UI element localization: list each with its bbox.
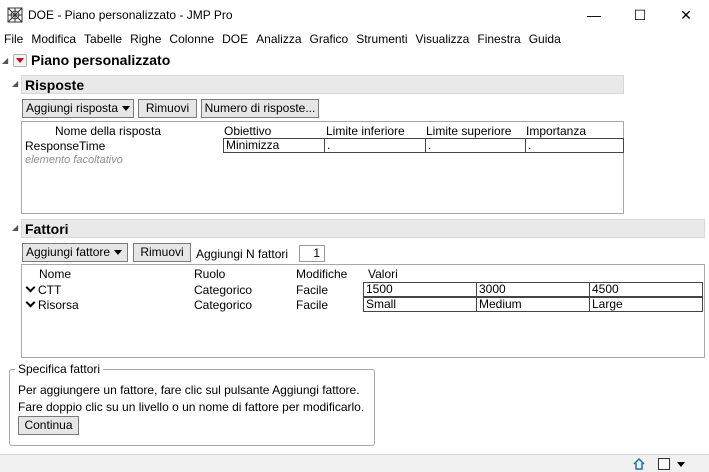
menu-strumenti[interactable]: Strumenti [352,30,411,48]
menu-analizza[interactable]: Analizza [252,30,305,48]
close-button[interactable]: ✕ [663,0,709,30]
response-goal-cell[interactable]: Minimizza [223,138,325,153]
remove-factor-button[interactable]: Rimuovi [133,243,191,262]
red-triangle-menu-button[interactable] [13,54,27,67]
risposte-collapse-icon[interactable]: ◢ [12,79,18,88]
maximize-button[interactable]: ☐ [617,0,663,30]
menu-finestra[interactable]: Finestra [473,30,524,48]
dropdown-arrow-icon [122,106,131,111]
menu-doe[interactable]: DOE [218,30,252,48]
page-title: Piano personalizzato [31,52,171,68]
response-name-cell[interactable]: ResponseTime [25,139,105,153]
add-response-button[interactable]: Aggiungi risposta [22,99,134,118]
dropdown-icon[interactable] [676,457,686,471]
optional-item-hint[interactable]: elemento facoltativo [25,154,123,166]
fattori-collapse-icon[interactable]: ◢ [12,223,18,232]
menu-righe[interactable]: Righe [126,30,165,48]
factor-level-3[interactable]: Large [589,297,703,312]
chevron-down-icon[interactable] [25,282,36,293]
menu-bar: File Modifica Tabelle Righe Colonne DOE … [0,30,709,48]
menu-colonne[interactable]: Colonne [165,30,218,48]
menu-grafico[interactable]: Grafico [306,30,353,48]
factor-changes[interactable]: Facile [296,283,328,297]
factor-role[interactable]: Categorico [194,298,252,312]
add-n-factors-label: Aggiungi N fattori [196,247,289,261]
col-header-name: Nome [39,267,72,281]
add-n-factors-input[interactable]: 1 [299,245,325,262]
menu-visualizza[interactable]: Visualizza [412,30,474,48]
factor-level-3[interactable]: 4500 [589,282,703,297]
factor-row-risorsa[interactable]: Risorsa [25,297,79,312]
minimize-button[interactable]: — [571,0,617,30]
status-bar [0,454,709,472]
col-header-values: Valori [368,267,398,281]
menu-guida[interactable]: Guida [525,30,565,48]
col-header-lower-limit: Limite inferiore [326,124,405,138]
factor-changes[interactable]: Facile [296,298,328,312]
collapse-triangle-icon[interactable]: ◢ [2,56,8,65]
factor-role[interactable]: Categorico [194,283,252,297]
col-header-response-name: Nome della risposta [55,124,162,138]
response-upper-cell[interactable]: . [425,138,527,153]
menu-file[interactable]: File [0,30,27,48]
factor-row-ctt[interactable]: CTT [25,282,62,297]
response-lower-cell[interactable]: . [324,138,426,153]
add-factor-button[interactable]: Aggiungi fattore [22,243,128,262]
chevron-down-icon[interactable] [25,297,36,308]
window-icon[interactable] [657,457,671,471]
response-importance-cell[interactable]: . [525,138,624,153]
factor-level-2[interactable]: Medium [476,297,590,312]
specifica-fattori-legend: Specifica fattori [15,362,104,376]
add-factor-label: Aggiungi fattore [26,245,111,259]
dropdown-arrow-icon [114,250,123,255]
col-header-role: Ruolo [194,267,226,281]
add-response-label: Aggiungi risposta [26,101,119,115]
home-icon[interactable] [632,457,646,471]
responses-table: Nome della risposta Obiettivo Limite inf… [21,121,624,214]
factor-level-1[interactable]: Small [363,297,477,312]
continue-button[interactable]: Continua [18,416,79,435]
col-header-importance: Importanza [526,124,587,138]
col-header-upper-limit: Limite superiore [426,124,512,138]
title-bar: DOE - Piano personalizzato - JMP Pro — ☐… [0,0,709,30]
factor-name: CTT [38,283,62,297]
instruction-line-2: Fare doppio clic su un livello o un nome… [18,400,365,414]
instruction-line-1: Per aggiungere un fattore, fare clic sul… [18,383,360,397]
remove-response-button[interactable]: Rimuovi [138,99,197,118]
col-header-goal: Obiettivo [224,124,272,138]
factors-table: Nome Ruolo Modifiche Valori CTT Categori… [21,264,705,358]
menu-tabelle[interactable]: Tabelle [80,30,126,48]
menu-modifica[interactable]: Modifica [27,30,80,48]
factor-level-2[interactable]: 3000 [476,282,590,297]
col-header-changes: Modifiche [296,267,348,281]
fattori-header: Fattori [21,219,705,238]
response-count-button[interactable]: Numero di risposte... [201,99,319,118]
factor-name: Risorsa [38,298,79,312]
jmp-app-icon [7,7,23,23]
red-triangle-icon [16,58,24,63]
risposte-header: Risposte [21,75,624,94]
window-title: DOE - Piano personalizzato - JMP Pro [28,8,233,22]
factor-level-1[interactable]: 1500 [363,282,477,297]
